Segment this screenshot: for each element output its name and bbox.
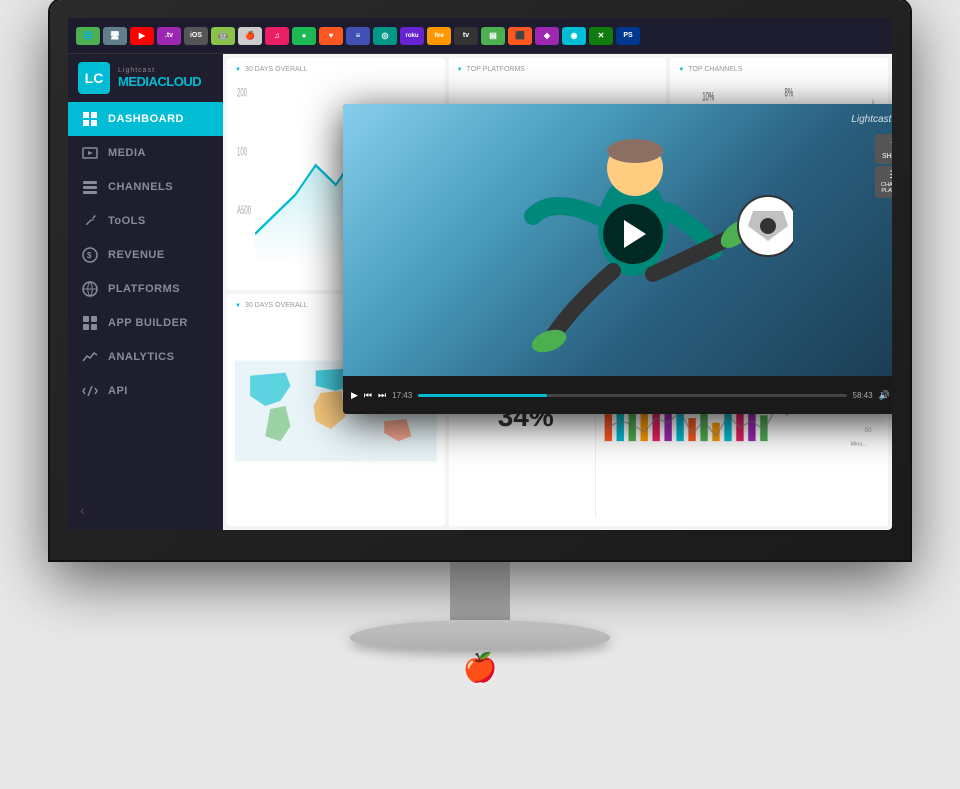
svg-text:Minu...: Minu... bbox=[850, 442, 867, 448]
logo-mediacloud: MEDIACLOUD bbox=[118, 74, 201, 89]
channels-icon bbox=[82, 179, 98, 195]
monitor-neck bbox=[450, 560, 510, 620]
channel-icon-iheartradio[interactable]: ♥ bbox=[319, 27, 343, 45]
video-content: Lightcast.com ⬆ SHARE ☰ C bbox=[343, 104, 892, 376]
playlist-icon: ☰ bbox=[881, 170, 892, 181]
channel-icon-g3[interactable]: ◈ bbox=[535, 27, 559, 45]
channel-icon-android[interactable]: 🤖 bbox=[211, 27, 235, 45]
analytics-icon bbox=[82, 349, 98, 365]
channel-icon-more1[interactable]: ≡ bbox=[346, 27, 370, 45]
apple-logo: 🍎 bbox=[463, 651, 498, 684]
monitor-wrapper: 🌐 🖥 ▶ .tv iOS 🤖 🍎 ♫ ● ♥ ≡ ◎ roku fire tv… bbox=[30, 0, 930, 789]
platforms-label: PLATFORMS bbox=[108, 283, 180, 295]
revenue-icon: $ bbox=[82, 247, 98, 263]
play-button[interactable] bbox=[603, 204, 663, 264]
logo-area: LC Lightcast MEDIACLOUD bbox=[68, 54, 223, 102]
monitor-screen: 🌐 🖥 ▶ .tv iOS 🤖 🍎 ♫ ● ♥ ≡ ◎ roku fire tv… bbox=[68, 18, 892, 530]
channels-label: CHANNELS bbox=[108, 181, 173, 193]
channel-icon-ios[interactable]: iOS bbox=[184, 27, 208, 45]
tools-label: ToOLS bbox=[108, 215, 146, 227]
sidebar-item-channels[interactable]: CHANNELS bbox=[68, 170, 223, 204]
dashboard-content: 30 DAYS OVERALL bbox=[223, 54, 892, 530]
monitor-bezel: 🌐 🖥 ▶ .tv iOS 🤖 🍎 ♫ ● ♥ ≡ ◎ roku fire tv… bbox=[50, 0, 910, 560]
channel-icon-monitor[interactable]: 🖥 bbox=[103, 27, 127, 45]
progress-bar[interactable] bbox=[418, 394, 846, 397]
dashboard-icon bbox=[82, 111, 98, 127]
sidebar-item-revenue[interactable]: $ REVENUE bbox=[68, 238, 223, 272]
channel-icon-xbox[interactable]: ✕ bbox=[589, 27, 613, 45]
sidebar-item-api[interactable]: API bbox=[68, 374, 223, 408]
sidebar-collapse-button[interactable]: ‹ bbox=[68, 490, 223, 530]
sidebar-item-dashboard[interactable]: DASHBOARD bbox=[68, 102, 223, 136]
api-icon bbox=[82, 383, 98, 399]
main-area: LC Lightcast MEDIACLOUD bbox=[68, 54, 892, 530]
progress-fill bbox=[418, 394, 547, 397]
share-button[interactable]: ⬆ SHARE bbox=[875, 134, 892, 164]
total-time: 58:43 bbox=[853, 391, 873, 400]
play-ctrl-button[interactable]: ▶ bbox=[351, 390, 358, 401]
channel-icon-ps[interactable]: PS bbox=[616, 27, 640, 45]
sidebar: LC Lightcast MEDIACLOUD bbox=[68, 54, 223, 530]
media-label: MEDIA bbox=[108, 147, 146, 159]
monitor-base bbox=[350, 620, 610, 650]
svg-text:8%: 8% bbox=[785, 87, 794, 100]
api-label: API bbox=[108, 385, 128, 397]
video-watermark: Lightcast.com bbox=[851, 114, 892, 125]
channel-icon-roku[interactable]: roku bbox=[400, 27, 424, 45]
channel-icon-apple[interactable]: 🍎 bbox=[238, 27, 262, 45]
revenue-label: REVENUE bbox=[108, 249, 165, 261]
sidebar-item-platforms[interactable]: PLATFORMS bbox=[68, 272, 223, 306]
volume-button[interactable]: 🔊 bbox=[879, 390, 890, 401]
channel-icon-youtube[interactable]: ▶ bbox=[130, 27, 154, 45]
platforms-icon bbox=[82, 281, 98, 297]
current-time: 17:43 bbox=[392, 391, 412, 400]
share-label: SHARE bbox=[881, 153, 892, 160]
appbuilder-icon bbox=[82, 315, 98, 331]
analytics-label: ANALYTICS bbox=[108, 351, 174, 363]
logo-lightcast: Lightcast bbox=[118, 67, 201, 74]
svg-text:A500: A500 bbox=[237, 204, 251, 217]
next-button[interactable]: ⏭ bbox=[378, 390, 386, 401]
sidebar-item-analytics[interactable]: ANALYTICS bbox=[68, 340, 223, 374]
top-channel-bar: 🌐 🖥 ▶ .tv iOS 🤖 🍎 ♫ ● ♥ ≡ ◎ roku fire tv… bbox=[68, 18, 892, 54]
play-icon bbox=[624, 220, 646, 248]
logo-icon: LC bbox=[78, 62, 110, 94]
channel-icon-g4[interactable]: ◉ bbox=[562, 27, 586, 45]
svg-text:200: 200 bbox=[237, 87, 247, 100]
card-title-platforms: TOP PLATFORMS bbox=[457, 66, 659, 73]
channel-icon-web[interactable]: 🌐 bbox=[76, 27, 100, 45]
card-title-channels: TOP CHANNELS bbox=[678, 66, 880, 73]
dashboard-label: DASHBOARD bbox=[108, 113, 184, 125]
channel-icon-tv[interactable]: .tv bbox=[157, 27, 181, 45]
svg-text:100: 100 bbox=[237, 145, 247, 158]
channel-icon-appletv[interactable]: tv bbox=[454, 27, 478, 45]
channel-icon-itunes[interactable]: ♫ bbox=[265, 27, 289, 45]
appbuilder-label: APP BUILDER bbox=[108, 317, 188, 329]
tools-icon bbox=[82, 213, 98, 229]
share-icon: ⬆ bbox=[881, 138, 892, 152]
channel-icon-firetv[interactable]: fire bbox=[427, 27, 451, 45]
media-icon bbox=[82, 145, 98, 161]
video-player-overlay: Lightcast.com ⬆ SHARE ☰ C bbox=[343, 104, 892, 414]
svg-text:50: 50 bbox=[864, 427, 872, 434]
prev-button[interactable]: ⏮ bbox=[364, 390, 372, 401]
video-controls: ▶ ⏮ ⏭ 17:43 58:43 🔊 ⛶ ◀ bbox=[343, 376, 892, 414]
logo-texts: Lightcast MEDIACLOUD bbox=[118, 67, 201, 89]
sidebar-item-tools[interactable]: ToOLS bbox=[68, 204, 223, 238]
card-title-30days: 30 DAYS OVERALL bbox=[235, 66, 437, 73]
sidebar-item-appbuilder[interactable]: APP BUILDER bbox=[68, 306, 223, 340]
channel-icon-g2[interactable]: ⬛ bbox=[508, 27, 532, 45]
channel-icon-chromecast[interactable]: ◎ bbox=[373, 27, 397, 45]
channel-icon-g1[interactable]: ▤ bbox=[481, 27, 505, 45]
svg-text:10%: 10% bbox=[703, 90, 715, 103]
svg-text:$: $ bbox=[87, 251, 92, 260]
app-container: 🌐 🖥 ▶ .tv iOS 🤖 🍎 ♫ ● ♥ ≡ ◎ roku fire tv… bbox=[68, 18, 892, 530]
channel-icon-spotify[interactable]: ● bbox=[292, 27, 316, 45]
playlist-button[interactable]: ☰ CHANNEL PLAYLIST bbox=[875, 166, 892, 198]
sidebar-item-media[interactable]: MEDIA bbox=[68, 136, 223, 170]
playlist-label: CHANNEL PLAYLIST bbox=[881, 182, 892, 194]
